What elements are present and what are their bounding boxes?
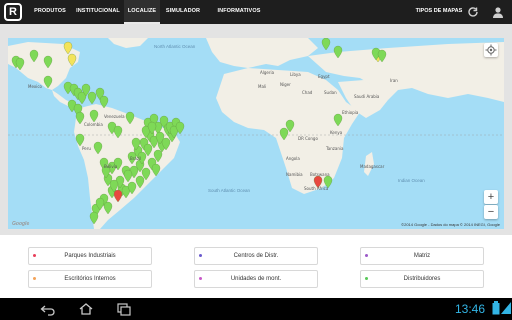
country-label: Tanzania: [326, 146, 344, 151]
legend-item-parques-industriais[interactable]: Parques Industriais: [28, 247, 152, 265]
clock: 13:46: [455, 302, 486, 316]
wifi-icon: [501, 302, 511, 314]
country-label: Sudan: [324, 90, 337, 95]
legend-label: Escritórios Internos: [64, 276, 116, 282]
map-marker-pin[interactable]: [87, 91, 97, 105]
country-label: Angola: [286, 156, 300, 161]
legend-label: Unidades de mont.: [230, 276, 282, 282]
country-label: Algeria: [260, 70, 275, 75]
country-label: Mali: [258, 84, 267, 89]
country-label: Namibia: [286, 172, 303, 177]
country-label: Peru: [82, 146, 91, 151]
zoom-out-button[interactable]: −: [484, 205, 498, 219]
map-land: [8, 38, 504, 229]
country-label: Venezuela: [104, 114, 125, 119]
tab-localize[interactable]: LOCALIZE: [124, 0, 160, 24]
legend-item-distribuidores[interactable]: Distribuidores: [360, 270, 484, 288]
target-icon: [485, 44, 497, 56]
legend-label: Matriz: [413, 253, 431, 259]
legend-dot: [33, 277, 36, 280]
legend-label: Centros de Distr.: [233, 253, 279, 259]
country-label: Mexico: [28, 84, 42, 89]
back-icon[interactable]: [40, 302, 56, 316]
legend-panel: Parques Industriais Centros de Distr. Ma…: [0, 235, 512, 298]
app-logo[interactable]: R: [4, 3, 22, 21]
legend-item-matriz[interactable]: Matriz: [360, 247, 484, 265]
country-label: Bolivia: [104, 164, 118, 169]
ocean-label: South Atlantic Ocean: [208, 188, 251, 193]
app-window: R PRODUTOS INSTITUCIONAL LOCALIZE SIMULA…: [0, 0, 512, 320]
tab-informativos[interactable]: INFORMATIVOS: [212, 0, 266, 24]
legend-item-escritorios-internos[interactable]: Escritórios Internos: [28, 270, 152, 288]
legend-dot: [199, 277, 202, 280]
ocean-label: Indian Ocean: [398, 178, 425, 183]
legend-label: Parques Industriais: [64, 253, 116, 259]
country-label: DR Congo: [298, 136, 318, 141]
country-label: Libya: [290, 72, 301, 77]
zoom-in-button[interactable]: +: [484, 190, 498, 204]
tab-produtos[interactable]: PRODUTOS: [30, 0, 70, 24]
battery-icon: [492, 301, 500, 315]
country-label: Madagascar: [360, 164, 385, 169]
country-label: Egypt: [318, 74, 330, 79]
country-label: Niger: [280, 82, 291, 87]
recent-apps-icon[interactable]: [116, 302, 132, 316]
ocean-label: North Atlantic Ocean: [154, 44, 196, 49]
map-view[interactable]: North Atlantic Ocean South Atlantic Ocea…: [8, 38, 504, 229]
country-label: Saudi Arabia: [354, 94, 380, 99]
country-label: Brazil: [130, 156, 142, 161]
google-logo: Google: [12, 221, 30, 227]
country-label: Kenya: [330, 130, 343, 135]
system-navigation-bar: 13:46: [0, 298, 512, 320]
legend-dot: [33, 254, 36, 257]
country-label: Botswana: [310, 172, 330, 177]
top-navigation-bar: R PRODUTOS INSTITUCIONAL LOCALIZE SIMULA…: [0, 0, 512, 24]
legend-item-centros-de-distr[interactable]: Centros de Distr.: [194, 247, 318, 265]
country-label: Chad: [302, 90, 313, 95]
country-label: South Africa: [304, 186, 329, 191]
legend-label: Distribuidores: [403, 276, 441, 282]
legend-item-unidades-de-mont[interactable]: Unidades de mont.: [194, 270, 318, 288]
tab-simulador[interactable]: SIMULADOR: [162, 0, 204, 24]
map-attribution: ©2014 Google - Dados do mapa © 2014 INEG…: [401, 222, 500, 227]
legend-dot: [199, 254, 202, 257]
country-label: Iran: [390, 78, 398, 83]
my-location-button[interactable]: [484, 43, 498, 57]
refresh-icon[interactable]: [466, 5, 480, 19]
country-label: Colombia: [84, 122, 103, 127]
home-icon[interactable]: [78, 302, 94, 316]
account-icon[interactable]: [491, 5, 505, 19]
legend-dot: [365, 277, 368, 280]
legend-dot: [365, 254, 368, 257]
map-marker-pin[interactable]: [321, 38, 331, 51]
tab-institucional[interactable]: INSTITUCIONAL: [73, 0, 123, 24]
map-types-button[interactable]: TIPOS DE MAPAS: [414, 0, 464, 24]
country-label: Ethiopia: [342, 110, 359, 115]
